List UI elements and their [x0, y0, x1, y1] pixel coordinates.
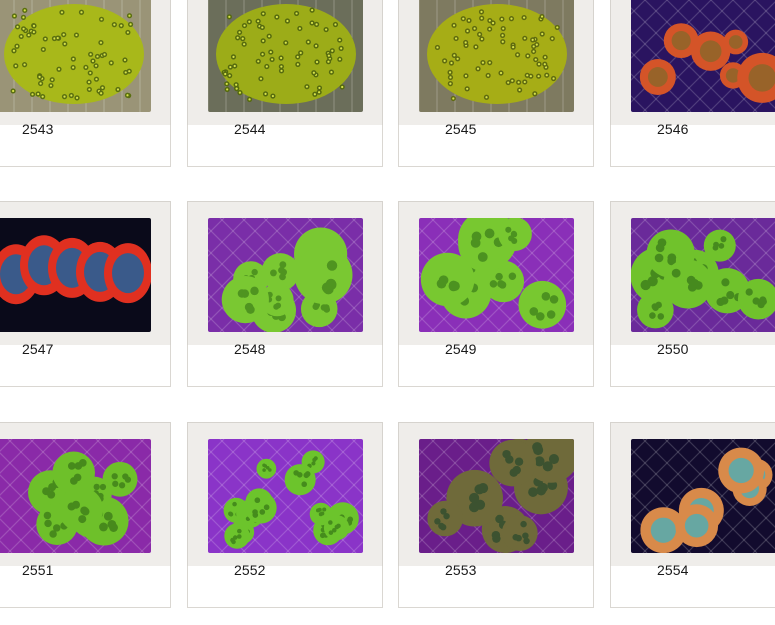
product-photo[interactable]: [419, 218, 574, 332]
brown-rhodactis-coral-photo: [419, 439, 574, 553]
photo-frame: [398, 0, 594, 126]
photo-frame: [187, 0, 383, 126]
product-photo[interactable]: [208, 218, 363, 332]
lot-number[interactable]: 2551: [22, 562, 54, 578]
photo-frame: [187, 422, 383, 567]
green-zoanthid-coral-photo: [419, 0, 574, 112]
product-card[interactable]: 2549: [398, 201, 594, 387]
green-zoanthid-coral-photo: [208, 0, 363, 112]
lot-number[interactable]: 2544: [234, 121, 266, 137]
photo-frame: [610, 422, 775, 567]
green-zoanthid-coral-photo: [0, 0, 151, 112]
product-photo[interactable]: [208, 0, 363, 112]
product-photo[interactable]: [0, 218, 151, 332]
green-rhodactis-coral-photo: [0, 439, 151, 553]
card-info-panel: [187, 345, 383, 387]
product-photo[interactable]: [631, 218, 775, 332]
lot-number[interactable]: 2550: [657, 341, 689, 357]
product-card[interactable]: 2547: [0, 201, 171, 387]
red-blue-mushroom-coral-photo: [0, 218, 151, 332]
product-card[interactable]: 2554: [610, 422, 775, 608]
card-info-panel: [398, 125, 594, 167]
product-card[interactable]: 2548: [187, 201, 383, 387]
product-photo[interactable]: [631, 439, 775, 553]
photo-frame: [187, 201, 383, 346]
product-photo[interactable]: [419, 439, 574, 553]
product-card[interactable]: 2552: [187, 422, 383, 608]
product-photo[interactable]: [0, 439, 151, 553]
product-grid: 2543 2544 2545 2546 2547 2548 2549 2550 2551 2552…: [0, 0, 775, 625]
product-card[interactable]: 2543: [0, 0, 171, 167]
photo-frame: [398, 422, 594, 567]
card-info-panel: [187, 125, 383, 167]
photo-frame: [610, 0, 775, 126]
product-photo[interactable]: [631, 0, 775, 112]
photo-frame: [0, 422, 171, 567]
card-info-panel: [187, 566, 383, 608]
orange-mushroom-coral-photo: [631, 0, 775, 112]
multicolor-mushroom-coral-photo: [631, 439, 775, 553]
card-info-panel: [610, 345, 775, 387]
card-info-panel: [610, 125, 775, 167]
green-rhodactis-coral-photo: [631, 218, 775, 332]
product-card[interactable]: 2545: [398, 0, 594, 167]
photo-frame: [610, 201, 775, 346]
product-photo[interactable]: [0, 0, 151, 112]
lot-number[interactable]: 2543: [22, 121, 54, 137]
card-info-panel: [610, 566, 775, 608]
green-rhodactis-coral-photo: [419, 218, 574, 332]
product-card[interactable]: 2553: [398, 422, 594, 608]
lot-number[interactable]: 2554: [657, 562, 689, 578]
product-card[interactable]: 2550: [610, 201, 775, 387]
photo-frame: [0, 0, 171, 126]
lot-number[interactable]: 2545: [445, 121, 477, 137]
product-photo[interactable]: [208, 439, 363, 553]
lot-number[interactable]: 2547: [22, 341, 54, 357]
lot-number[interactable]: 2553: [445, 562, 477, 578]
lot-number[interactable]: 2552: [234, 562, 266, 578]
card-info-panel: [398, 345, 594, 387]
lot-number[interactable]: 2549: [445, 341, 477, 357]
product-card[interactable]: 2551: [0, 422, 171, 608]
card-info-panel: [398, 566, 594, 608]
photo-frame: [0, 201, 171, 346]
lot-number[interactable]: 2548: [234, 341, 266, 357]
green-rhodactis-coral-photo: [208, 439, 363, 553]
product-card[interactable]: 2544: [187, 0, 383, 167]
green-rhodactis-coral-photo: [208, 218, 363, 332]
product-photo[interactable]: [419, 0, 574, 112]
product-card[interactable]: 2546: [610, 0, 775, 167]
lot-number[interactable]: 2546: [657, 121, 689, 137]
photo-frame: [398, 201, 594, 346]
